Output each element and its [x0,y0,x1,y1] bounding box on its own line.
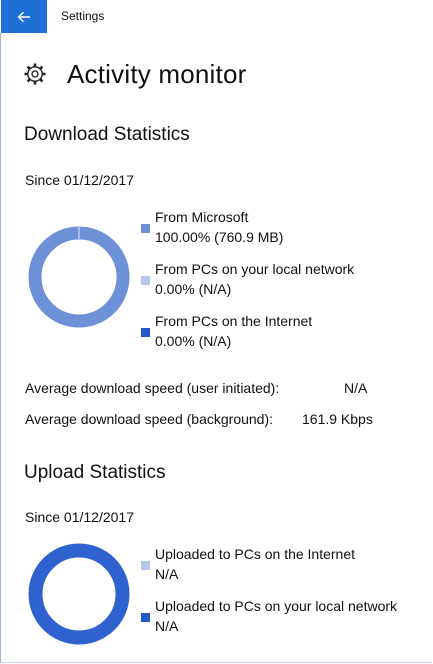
download-section-title: Download Statistics [24,124,190,145]
legend-value: N/A [155,618,179,634]
legend-from-microsoft: From Microsoft 100.00% (760.9 MB) [141,209,421,249]
avg-speed-background-value: 161.9 Kbps [302,411,373,427]
upload-section-title: Upload Statistics [24,462,166,483]
local-network-swatch [141,276,150,285]
gear-icon [24,63,46,85]
avg-speed-user-value: N/A [344,380,368,396]
legend-label: From PCs on the Internet [155,313,313,329]
avg-speed-background-label: Average download speed (background): [25,411,274,427]
app-title: Settings [61,9,105,23]
upload-local-swatch [141,613,150,622]
legend-label: From Microsoft [155,209,249,225]
page-title: Activity monitor [67,58,247,89]
legend-value: 100.00% (760.9 MB) [155,229,284,245]
download-donut-chart [28,226,130,328]
title-bar: Settings [0,0,433,33]
upload-internet-swatch [141,561,150,570]
upload-donut-track [28,543,130,645]
legend-from-internet: From PCs on the Internet 0.00% (N/A) [141,313,421,353]
avg-speed-user-label: Average download speed (user initiated): [25,380,280,396]
download-donut-track [28,226,130,328]
download-since: Since 01/12/2017 [25,172,134,188]
legend-value: N/A [155,566,179,582]
legend-uploaded-internet: Uploaded to PCs on the Internet N/A [141,546,421,586]
back-arrow-icon [17,11,30,22]
legend-label: From PCs on your local network [155,261,355,277]
internet-swatch [141,328,150,337]
back-button[interactable] [1,0,47,33]
legend-value: 0.00% (N/A) [155,333,232,349]
legend-uploaded-local-network: Uploaded to PCs on your local network N/… [141,598,421,638]
legend-label: Uploaded to PCs on the Internet [155,546,356,562]
legend-value: 0.00% (N/A) [155,281,232,297]
page-header: Activity monitor [22,56,246,92]
upload-since: Since 01/12/2017 [25,509,134,525]
upload-donut-chart [28,543,130,645]
legend-label: Uploaded to PCs on your local network [155,598,398,614]
microsoft-swatch [141,224,150,233]
legend-from-local-network: From PCs on your local network 0.00% (N/… [141,261,421,301]
